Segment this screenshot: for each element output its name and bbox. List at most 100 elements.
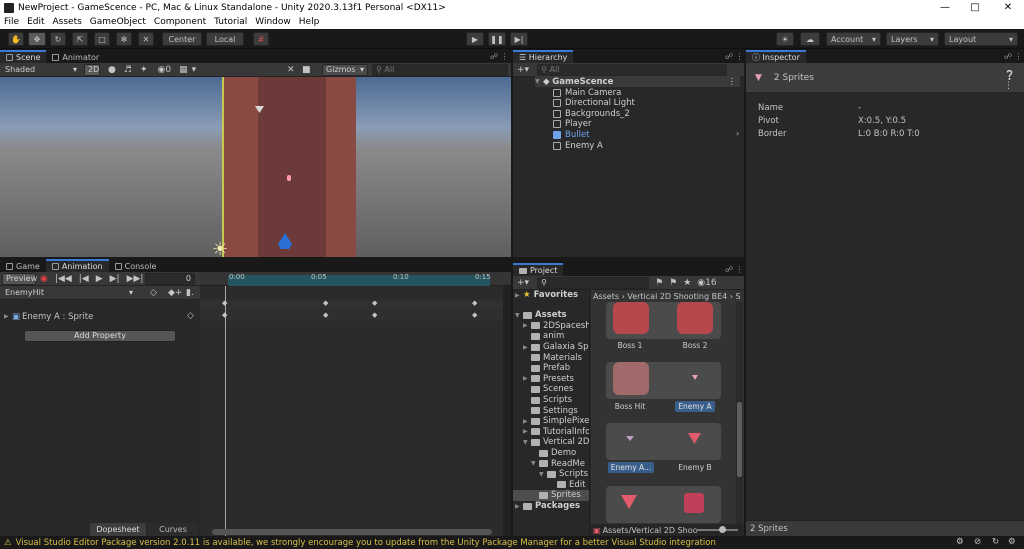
tab-animation[interactable]: Animation — [45, 259, 109, 272]
pivot-center-button[interactable]: Center — [162, 32, 202, 46]
tree-item-anim[interactable]: anim — [523, 331, 564, 342]
filter-label-icon[interactable]: ⚑ — [669, 278, 677, 288]
property-row[interactable]: ▶ ▣ Enemy A : Sprite — [4, 311, 93, 322]
collab-icon[interactable]: ☀ — [776, 32, 794, 46]
rotate-tool-icon[interactable]: ↻ — [50, 32, 66, 46]
hierarchy-item-enemy-a[interactable]: Enemy A — [553, 140, 603, 151]
add-object-icon[interactable]: +▾ — [517, 65, 529, 75]
tree-item-prefab[interactable]: Prefab — [523, 363, 570, 374]
lock-icon[interactable]: ☍ ⋮ — [490, 52, 509, 61]
tree-item-settings[interactable]: Settings — [523, 405, 578, 416]
camera-icon[interactable]: ▦ — [179, 65, 188, 75]
horizontal-scrollbar[interactable] — [212, 529, 492, 535]
visibility-icon[interactable]: ◉ — [157, 65, 165, 75]
keyframe-marker[interactable]: ◆ — [372, 311, 377, 319]
pivot-local-button[interactable]: Local — [206, 32, 244, 46]
first-keyframe-icon[interactable]: |◀◀ — [55, 274, 72, 284]
asset-thumb-boss-hit[interactable] — [613, 362, 649, 395]
tree-item-scenes[interactable]: Scenes — [523, 384, 573, 395]
layers-dropdown[interactable]: Layers ▾ — [886, 32, 939, 46]
menu-gameobject[interactable]: GameObject — [90, 17, 146, 27]
field-value[interactable]: X:0.5, Y:0.5 — [858, 116, 906, 126]
camera-view-icon[interactable]: ■ — [302, 65, 311, 75]
help-icon[interactable]: ❔ ⋮ — [1004, 71, 1024, 91]
field-value[interactable]: L:0 B:0 R:0 T:0 — [858, 129, 920, 139]
tree-item-simplepixel[interactable]: ▶ SimplePixel — [523, 416, 589, 427]
menu-file[interactable]: File — [4, 17, 19, 27]
tab-console[interactable]: Console — [109, 259, 163, 272]
tree-item-editor[interactable]: Edit — [549, 480, 585, 491]
clip-dropdown[interactable]: EnemyHit ▾ — [2, 287, 136, 299]
scale-tool-icon[interactable]: ⇱ — [72, 32, 88, 46]
account-dropdown[interactable]: Account ▾ — [826, 32, 881, 46]
transform-tool-icon[interactable]: ✻ — [116, 32, 132, 46]
keyframe-marker[interactable]: ◆ — [372, 299, 377, 307]
menu-edit[interactable]: Edit — [27, 17, 44, 27]
favorites-item[interactable]: ▶ ★ Favorites — [515, 290, 578, 301]
next-keyframe-icon[interactable]: ▶| — [110, 274, 120, 284]
menu-assets[interactable]: Assets — [53, 17, 82, 27]
keyframe-marker[interactable]: ◆ — [323, 299, 328, 307]
tree-item-2dspaceship[interactable]: ▶ 2DSpacesh — [523, 321, 589, 332]
tab-animator[interactable]: Animator — [46, 50, 105, 63]
asset-label[interactable]: Enemy B — [669, 463, 721, 472]
breadcrumb-item[interactable]: Vertical 2D Shooting BE4 — [627, 292, 727, 301]
step-button[interactable]: ▶| — [510, 32, 528, 46]
directional-light-icon[interactable]: ☀ — [212, 241, 230, 258]
status-bar[interactable]: ⚠ Visual Studio Editor Package version 2… — [0, 537, 1024, 549]
keyframe-marker[interactable]: ◆ — [323, 311, 328, 319]
scene-viewport[interactable]: ☀ — [0, 77, 511, 257]
project-search-input[interactable]: ⚲ — [537, 276, 650, 289]
menu-tutorial[interactable]: Tutorial — [214, 17, 247, 27]
add-keyframe-icon[interactable]: ◇ — [150, 288, 157, 298]
tab-hierarchy[interactable]: ☰ Hierarchy — [513, 50, 574, 63]
progress-icon[interactable]: ⊘ — [974, 537, 981, 547]
dopesheet-area[interactable]: 0:00 0:05 0:10 0:15 ◆ ◆ ◆ ◆ ◆ ◆ ◆ ◆ — [200, 272, 511, 536]
rect-tool-icon[interactable]: □ — [94, 32, 110, 46]
frame-input[interactable]: 0 — [145, 272, 195, 285]
asset-label-selected[interactable]: Enemy A... — [605, 462, 657, 473]
last-keyframe-icon[interactable]: ▶▶| — [127, 274, 144, 284]
layout-dropdown[interactable]: Layout ▾ — [944, 32, 1018, 46]
keyframe-marker[interactable]: ◆ — [222, 299, 227, 307]
asset-scrollbar[interactable] — [736, 302, 743, 524]
dopesheet-button[interactable]: Dopesheet — [90, 523, 146, 536]
zoom-slider[interactable] — [696, 526, 738, 533]
tree-item-materials[interactable]: Materials — [523, 352, 582, 363]
keyframe-toggle-icon[interactable]: ◇ — [187, 311, 194, 321]
curves-button[interactable]: Curves — [148, 523, 198, 536]
breadcrumb-item[interactable]: S — [736, 292, 741, 301]
tab-inspector[interactable]: ⓘ Inspector — [746, 50, 806, 63]
maximize-button[interactable]: □ — [960, 0, 990, 15]
asset-label[interactable]: Boss 1 — [605, 341, 655, 350]
effects-icon[interactable]: ✦ — [140, 65, 148, 75]
hierarchy-item-bullet[interactable]: Bullet — [553, 129, 590, 140]
tree-item-packages[interactable]: ▶ Packages — [515, 501, 580, 512]
tree-item-tutorialinfo[interactable]: ▶ TutorialInfo — [523, 427, 589, 438]
tab-scene[interactable]: Scene — [0, 50, 47, 63]
lock-icon[interactable]: ☍ ⋮ — [1004, 52, 1023, 61]
scrollbar-thumb[interactable] — [737, 402, 742, 477]
settings-icon[interactable]: ⚙ — [1008, 537, 1016, 547]
asset-label[interactable]: Boss Hit — [605, 402, 655, 411]
debug-icon[interactable]: ⚙ — [956, 537, 964, 547]
play-button[interactable]: ▶ — [466, 32, 484, 46]
preview-toggle[interactable]: Preview — [2, 272, 37, 285]
hidden-eye-icon[interactable]: ◉ — [697, 278, 705, 288]
preview-footer[interactable]: 2 Sprites — [746, 520, 1024, 536]
hierarchy-item-player[interactable]: Player — [553, 118, 591, 129]
play-anim-icon[interactable]: ▶ — [96, 274, 103, 284]
hierarchy-item-directional-light[interactable]: Directional Light — [553, 97, 635, 108]
prev-keyframe-icon[interactable]: |◀ — [79, 274, 89, 284]
keyframe-marker[interactable]: ◆ — [472, 299, 477, 307]
move-tool-icon[interactable]: ✥ — [28, 32, 46, 46]
chevron-right-icon[interactable]: › — [736, 129, 739, 138]
timeline-ruler[interactable]: 0:00 0:05 0:10 0:15 — [200, 272, 511, 286]
keyframe-marker[interactable]: ◆ — [222, 311, 227, 319]
audio-icon[interactable]: ♬ — [124, 65, 132, 75]
add-event-icon[interactable]: ◆+ — [168, 288, 182, 298]
event-marker-icon[interactable]: ▮. — [186, 288, 194, 298]
field-value[interactable]: - — [858, 103, 861, 113]
tree-item-readme-scripts[interactable]: ▼ Scripts — [539, 469, 588, 480]
tree-item-readme[interactable]: ▼ ReadMe — [531, 458, 585, 469]
